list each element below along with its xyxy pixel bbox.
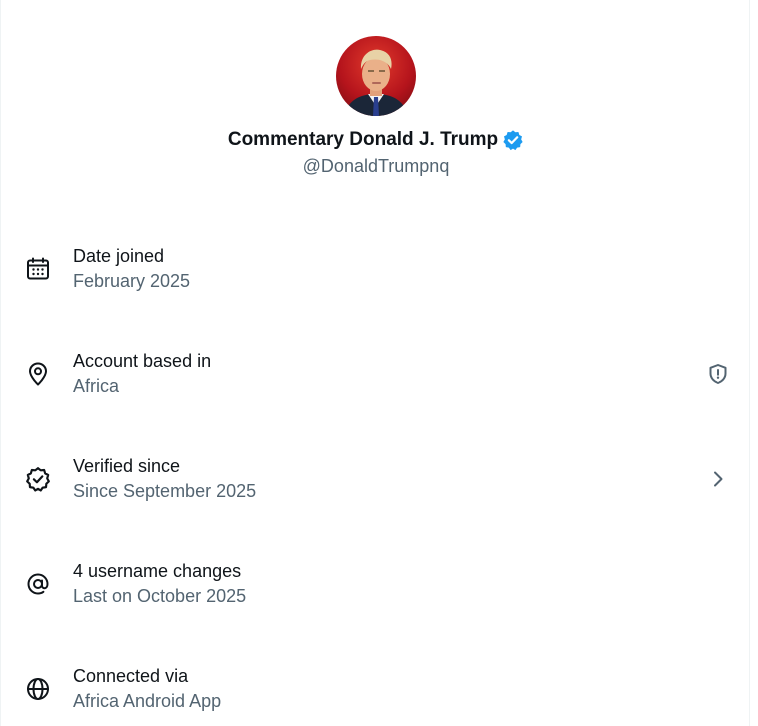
row-value: Since September 2025 bbox=[73, 481, 257, 501]
row-verified-since[interactable]: Verified since Since September 2025 bbox=[1, 452, 751, 512]
row-connected-via: Connected via Africa Android App bbox=[1, 662, 751, 722]
row-label: Date joined bbox=[73, 246, 165, 266]
display-name: Commentary Donald J. Trump bbox=[227, 129, 499, 150]
at-sign-icon bbox=[25, 571, 51, 597]
row-username-changes: 4 username changes Last on October 2025 bbox=[1, 557, 751, 617]
chevron-right-icon[interactable] bbox=[707, 468, 729, 490]
shield-alert-icon[interactable] bbox=[707, 363, 729, 385]
row-date-joined: Date joined February 2025 bbox=[1, 242, 751, 302]
verified-check-icon bbox=[25, 466, 51, 492]
row-texts: 4 username changes Last on October 2025 bbox=[73, 559, 246, 608]
row-value: Africa Android App bbox=[73, 691, 222, 711]
row-texts: Account based in Africa bbox=[73, 349, 211, 398]
profile-header: Commentary Donald J. Trump @DonaldTrumpn… bbox=[1, 36, 751, 177]
location-pin-icon bbox=[25, 361, 51, 387]
name-row: Commentary Donald J. Trump bbox=[1, 128, 751, 152]
row-texts: Date joined February 2025 bbox=[73, 244, 190, 293]
user-handle: @DonaldTrumpnq bbox=[302, 156, 450, 176]
row-label: Account based in bbox=[73, 351, 212, 371]
row-label: Connected via bbox=[73, 666, 189, 686]
row-value: Africa bbox=[73, 376, 120, 396]
row-value: Last on October 2025 bbox=[73, 586, 247, 606]
verified-badge-icon[interactable] bbox=[502, 129, 524, 151]
row-value: February 2025 bbox=[73, 271, 191, 291]
avatar-portrait-icon bbox=[344, 49, 408, 116]
globe-icon bbox=[25, 676, 51, 702]
about-account-panel: Commentary Donald J. Trump @DonaldTrumpn… bbox=[0, 0, 750, 726]
avatar[interactable] bbox=[336, 36, 416, 116]
row-label: 4 username changes bbox=[73, 561, 242, 581]
row-texts: Verified since Since September 2025 bbox=[73, 454, 256, 503]
row-texts: Connected via Africa Android App bbox=[73, 664, 221, 713]
row-account-based-in: Account based in Africa bbox=[1, 347, 751, 407]
row-label: Verified since bbox=[73, 456, 181, 476]
calendar-icon bbox=[25, 256, 51, 282]
